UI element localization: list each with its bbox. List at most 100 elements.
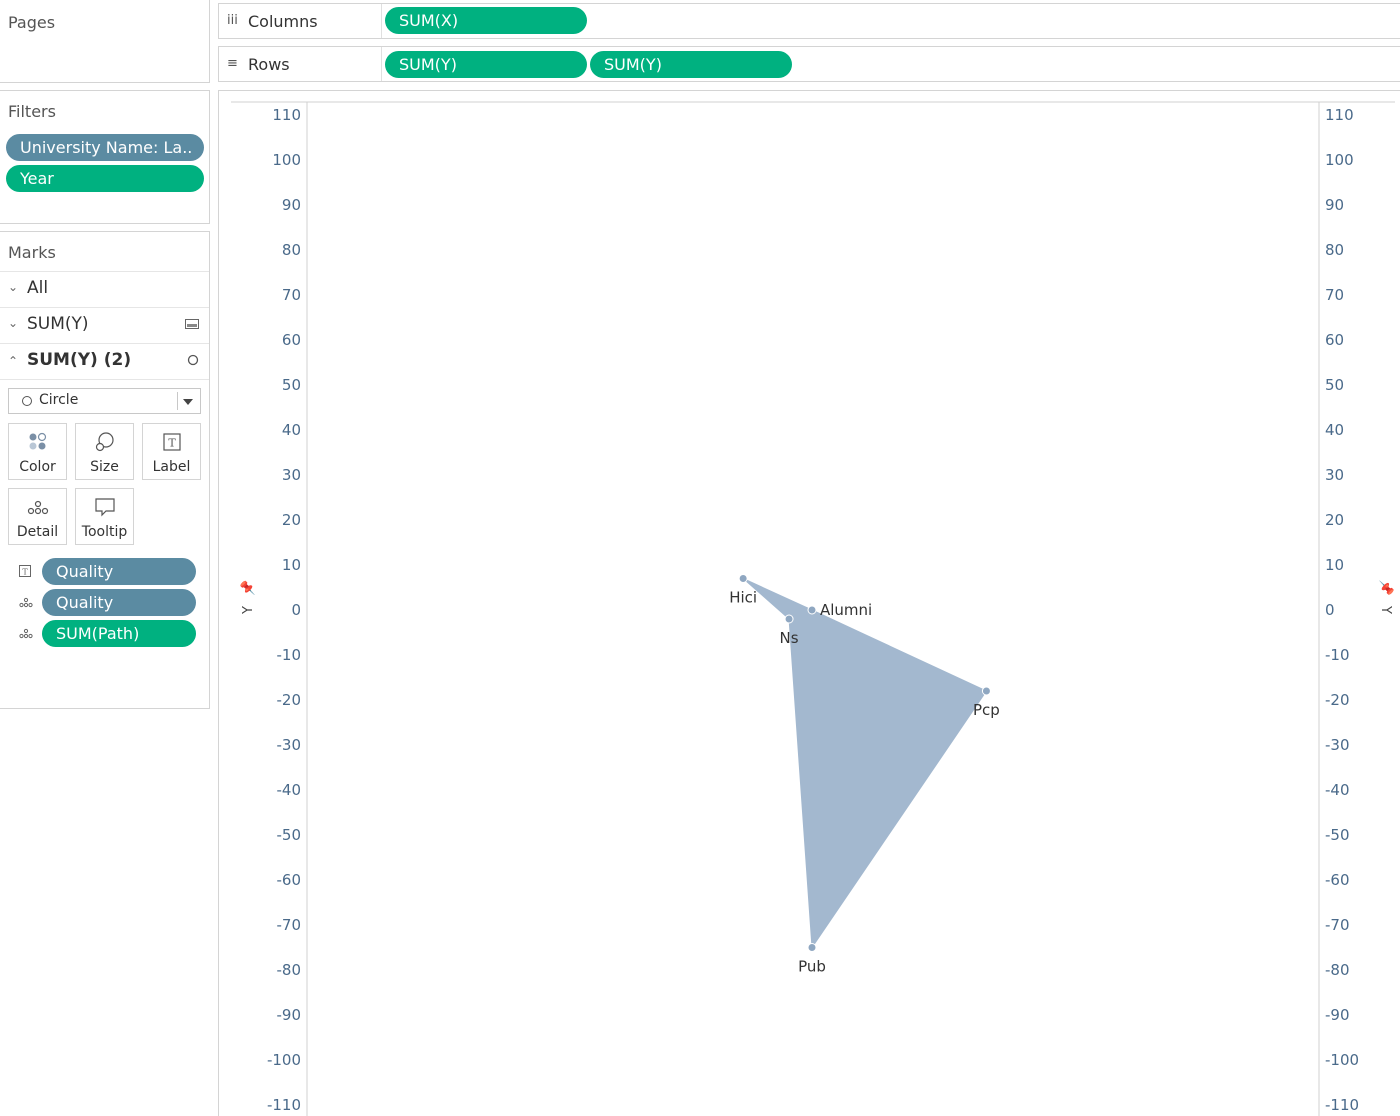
point-mark-alumni[interactable] [807,605,817,615]
left-axis-title: Y [241,606,256,615]
right-tick-label: -20 [1325,691,1350,709]
rows-shelf[interactable]: ≡ Rows SUM(Y) SUM(Y) [218,46,1400,82]
right-tick-label: -40 [1325,781,1350,799]
right-tick-label: 80 [1325,241,1344,259]
left-tick-label: -110 [267,1096,301,1114]
right-tick-label: -90 [1325,1006,1350,1024]
columns-shelf[interactable]: iii Columns SUM(X) [218,3,1400,39]
point-label-ns: Ns [780,629,799,647]
label-button-label: Label [152,459,191,475]
filters-card[interactable]: Filters University Name: La.. Year [0,90,210,224]
color-icon [9,431,66,453]
left-tick-label: -50 [277,826,302,844]
left-tick-label: -30 [277,736,302,754]
filter-pill-university-name[interactable]: University Name: La.. [6,134,204,161]
chevron-up-icon[interactable]: ⌃ [8,354,18,368]
right-tick-label: 10 [1325,556,1344,574]
right-tick-label: 50 [1325,376,1344,394]
detail-icon [9,496,66,518]
mark-type-dropdown[interactable]: Circle [8,388,201,414]
left-tick-label: 0 [291,601,301,619]
rows-shelf-label: Rows [248,55,290,74]
left-tick-label: -40 [277,781,302,799]
point-label-hici: Hici [729,589,757,607]
right-tick-label: -110 [1325,1096,1359,1114]
right-tick-label: 70 [1325,286,1344,304]
tooltip-button-label: Tooltip [81,524,128,540]
right-tick-label: 60 [1325,331,1344,349]
point-label-pcp: Pcp [973,701,1000,719]
marks-field-quality-detail[interactable]: Quality [42,589,196,616]
left-tick-label: 100 [272,151,301,169]
left-tick-label: 40 [282,421,301,439]
tooltip-icon [76,496,133,518]
filters-title: Filters [8,102,56,121]
detail-button-label: Detail [16,524,59,540]
point-mark-pub[interactable] [807,943,817,952]
right-tick-label: 110 [1325,106,1354,124]
columns-pill-sum-x[interactable]: SUM(X) [385,7,587,34]
marks-title: Marks [8,243,56,262]
detail-icon [19,627,33,642]
left-tick-label: 50 [282,376,301,394]
pin-icon[interactable]: 📌 [1378,580,1395,596]
right-tick-label: 90 [1325,196,1344,214]
detail-button[interactable]: Detail [8,488,67,545]
label-icon: T [19,565,31,580]
right-tick-label: 0 [1325,601,1335,619]
left-axis-ticks: 1101009080706050403020100-10-20-30-40-50… [267,106,301,1114]
pin-icon[interactable]: 📌 [239,580,256,596]
chevron-down-icon[interactable]: ⌄ [8,316,18,330]
point-mark-ns[interactable] [784,614,794,624]
right-tick-label: -10 [1325,646,1350,664]
mark-type-value: Circle [39,392,79,408]
point-label-pub: Pub [798,958,826,976]
viz-view[interactable]: 110 100 90 80 70 60 50 40 30 20 10 0 -10 -20 -30 -40 -50… [218,90,1400,1116]
marks-field-quality-label[interactable]: Quality [42,558,196,585]
left-tick-label: -90 [277,1006,302,1024]
columns-shelf-label: Columns [248,12,318,31]
filter-pill-year[interactable]: Year [6,165,204,192]
right-axis-title: Y [1378,605,1393,614]
rows-pill-sum-y-1[interactable]: SUM(Y) [385,51,587,78]
point-label-alumni: Alumni [820,601,872,619]
point-mark-pcp[interactable] [981,686,991,696]
left-tick-label: 30 [282,466,301,484]
right-tick-label: -70 [1325,916,1350,934]
rows-pill-sum-y-2[interactable]: SUM(Y) [590,51,792,78]
left-tick-label: -80 [277,961,302,979]
size-icon [76,431,133,453]
marks-layer-label: SUM(Y) (2) [27,350,132,370]
color-button-label: Color [19,459,56,475]
right-tick-label: -80 [1325,961,1350,979]
left-tick-label: 90 [282,196,301,214]
color-button[interactable]: Color [8,423,67,480]
right-tick-label: -30 [1325,736,1350,754]
detail-icon [19,596,33,611]
left-tick-label: -70 [277,916,302,934]
svg-text:T: T [168,437,176,450]
marks-field-sum-path[interactable]: SUM(Path) [42,620,196,647]
label-button[interactable]: T Label [142,423,201,480]
right-tick-label: -60 [1325,871,1350,889]
marks-layer: Hici Alumni Pcp Pub Ns [729,574,1000,976]
marks-layer-label: SUM(Y) [27,314,89,334]
pages-card[interactable]: Pages [0,0,210,83]
left-tick-label: 80 [282,241,301,259]
right-tick-label: -100 [1325,1051,1359,1069]
tooltip-button[interactable]: Tooltip [75,488,134,545]
left-tick-label: 70 [282,286,301,304]
marks-card: Marks ⌄ All ⌄ SUM(Y) ⌃ SUM(Y) (2) Circle… [0,231,210,709]
marks-layer-all[interactable]: ⌄ All [0,271,209,307]
chevron-down-icon[interactable]: ⌄ [8,280,18,294]
point-mark-hici[interactable] [738,574,748,583]
marks-layer-sum-y-2[interactable]: ⌃ SUM(Y) (2) [0,343,209,380]
left-tick-label: 10 [282,556,301,574]
chevron-down-icon[interactable] [183,399,193,405]
label-icon: T [143,431,200,453]
marks-layer-sum-y[interactable]: ⌄ SUM(Y) [0,307,209,343]
size-button[interactable]: Size [75,423,134,480]
rows-icon: ≡ [227,56,238,71]
dual-axis-chart[interactable]: 1101009080706050403020100-10-20-30-40-50… [219,91,1400,1116]
right-tick-label: 30 [1325,466,1344,484]
